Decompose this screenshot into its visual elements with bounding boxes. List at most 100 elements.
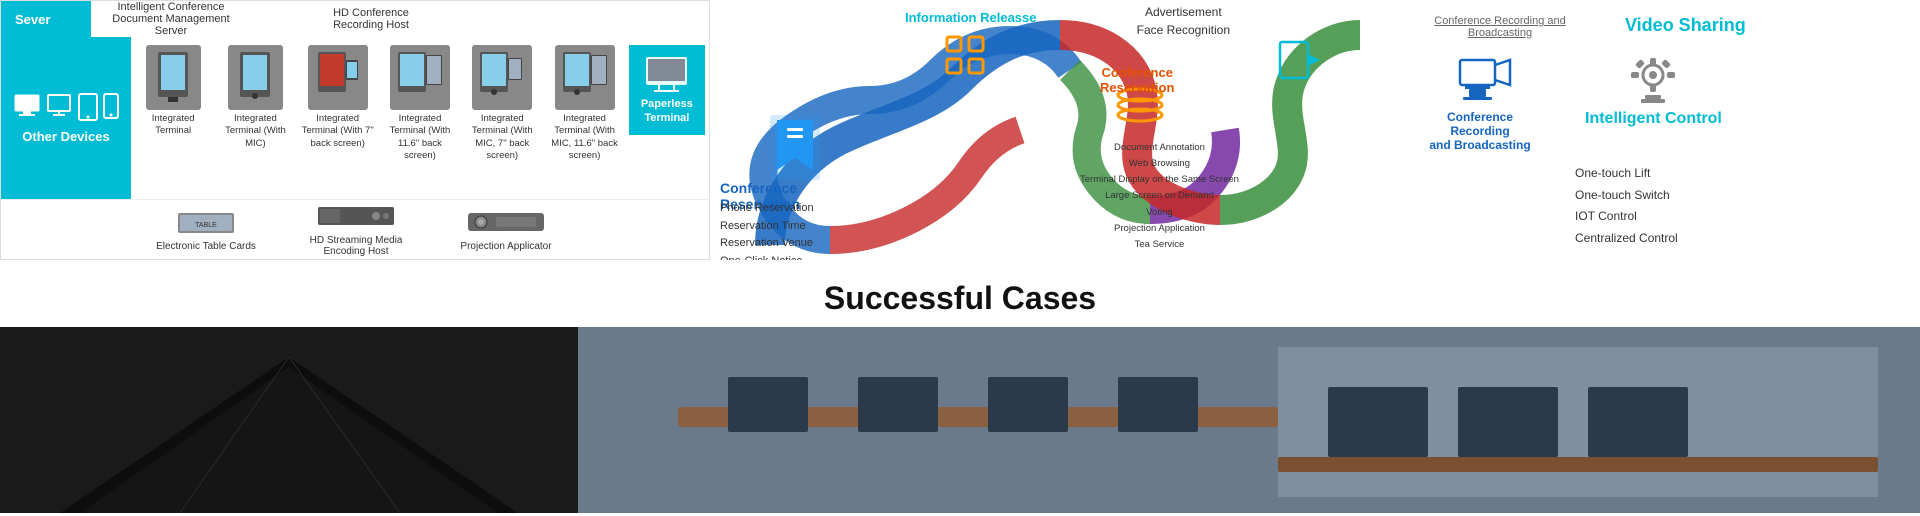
tablet-icon: [77, 93, 99, 121]
conf-rec-icon: [1455, 50, 1515, 105]
center-item-4: Voting: [1080, 205, 1239, 221]
bottom-device-label-1: Electronic Table Cards: [156, 241, 256, 252]
terminal-svg-6: [560, 50, 610, 105]
right-panel: Conference Recording and Broadcasting Vi…: [1410, 0, 1920, 260]
device-item-1: Integrated Terminal: [135, 45, 211, 138]
center-item-0: Document Annotation: [1080, 140, 1239, 156]
other-devices-icons: [13, 93, 119, 121]
server-item-1: Intelligent Conference Document Manageme…: [111, 1, 231, 37]
center-item-2: Terminal Display on the Same Screen: [1080, 172, 1239, 188]
bottom-device-label-2: HD Streaming Media Encoding Host: [291, 235, 421, 257]
terminal-svg-2: [235, 50, 275, 105]
ic-item-3: Centralized Control: [1575, 228, 1678, 250]
res-item-0: Phone Reservation: [720, 200, 814, 218]
device-img-5: [472, 45, 532, 110]
bottom-img-left: [0, 327, 578, 513]
bottom-device-3: Projection Applicator: [441, 208, 571, 252]
conf-recording-title-area: Conference Recording and Broadcasting: [1425, 15, 1575, 39]
info-release-title: Information Releasse: [905, 10, 1037, 25]
svg-text:TABLE: TABLE: [195, 222, 217, 229]
terminal-svg-4: [395, 50, 445, 105]
conf-rec-broadcast-icon-area: Conference Recordingand Broadcasting: [1425, 50, 1545, 152]
intelligent-control-title: Intelligent Control: [1585, 110, 1722, 128]
server-items: Intelligent Conference Document Manageme…: [91, 1, 431, 37]
device-img-3: [308, 45, 368, 110]
bottom-device-1: TABLE Electronic Table Cards: [141, 208, 271, 252]
device-item-4: Integrated Terminal (With 11.6" back scr…: [382, 45, 458, 162]
device-label-4: Integrated Terminal (With 11.6" back scr…: [382, 113, 458, 162]
middle-panel: Conference Reservation Phone Reservation…: [710, 0, 1410, 260]
device-img-6: [555, 45, 615, 110]
ic-item-0: One-touch Lift: [1575, 163, 1678, 185]
device-label-6: Integrated Terminal (With MIC, 11.6" bac…: [546, 113, 622, 162]
center-item-1: Web Browsing: [1080, 156, 1239, 172]
ic-item-2: IOT Control: [1575, 206, 1678, 228]
devices-row: Integrated Terminal Integrated Terminal …: [131, 37, 709, 199]
conf-rec-broadcast-title: Conference Recordingand Broadcasting: [1425, 110, 1535, 152]
bottom-row: TABLE Electronic Table Cards HD Streamin…: [1, 199, 709, 259]
right-top-row: Conference Recording and Broadcasting Vi…: [1425, 10, 1905, 39]
res-item-2: Reservation Venue: [720, 235, 814, 253]
face-recognition-label: Face Recognition: [1137, 23, 1230, 37]
successful-cases-section: Successful Cases: [0, 260, 1920, 327]
device-item-6: Integrated Terminal (With MIC, 11.6" bac…: [546, 45, 622, 162]
device-item-2: Integrated Terminal (With MIC): [217, 45, 293, 150]
terminal-svg-3: [315, 50, 360, 105]
conference-room-svg: [578, 327, 1920, 513]
center-item-6: Tea Service: [1080, 237, 1239, 253]
monitor-icon: [45, 93, 73, 117]
bottom-device-label-3: Projection Applicator: [460, 241, 551, 252]
device-label-2: Integrated Terminal (With MIC): [217, 113, 293, 150]
device-img-4: [390, 45, 450, 110]
paperless-terminal-label: Paperless Terminal: [629, 97, 705, 126]
res-item-1: Reservation Time: [720, 218, 814, 236]
conf-res-center-items: Document Annotation Web Browsing Termina…: [1080, 140, 1239, 253]
paperless-terminal-box: Paperless Terminal: [629, 45, 705, 135]
terminal-svg-5: [477, 50, 527, 105]
terminal-svg-1: [153, 50, 193, 105]
successful-cases-title: Successful Cases: [0, 280, 1920, 317]
other-devices-col: Other Devices: [1, 37, 131, 199]
encoding-host-svg: [316, 202, 396, 232]
bottom-device-2: HD Streaming Media Encoding Host: [291, 202, 421, 257]
right-icons-row: Conference Recordingand Broadcasting: [1425, 50, 1905, 152]
conf-reservation-items: Phone Reservation Reservation Time Reser…: [720, 200, 814, 260]
advertisement-label: Advertisement: [1137, 5, 1230, 19]
tent-shape-svg: [0, 327, 578, 513]
server-label: Sever: [1, 1, 91, 37]
diagram-container: Conference Reservation Phone Reservation…: [710, 0, 1410, 260]
device-item-5: Integrated Terminal (With MIC, 7" back s…: [464, 45, 540, 162]
device-middle-row: Other Devices Integrated Terminal: [1, 37, 709, 199]
device-label-3: Integrated Terminal (With 7" back screen…: [300, 113, 376, 150]
diagram-svg: [710, 0, 1410, 260]
top-section: Sever Intelligent Conference Document Ma…: [0, 0, 1920, 260]
conf-recording-broadcast-label: Conference Recording and Broadcasting: [1425, 15, 1575, 39]
video-sharing-area: Video Sharing: [1605, 15, 1746, 36]
other-devices-label: Other Devices: [22, 129, 109, 144]
server-item-2: HD Conference Recording Host: [311, 7, 431, 31]
bottom-img-right: [578, 327, 1920, 513]
pc-icon: [13, 93, 41, 117]
video-sharing-title: Video Sharing: [1625, 15, 1746, 36]
server-row: Sever Intelligent Conference Document Ma…: [1, 1, 709, 37]
conf-res-icon-group: [770, 115, 820, 180]
device-img-1: [146, 45, 201, 110]
device-label-1: Integrated Terminal: [135, 113, 211, 138]
conf-res-center-title: ConferenceReservation: [1100, 65, 1174, 95]
device-img-2: [228, 45, 283, 110]
projector-svg: [466, 208, 546, 238]
center-item-5: Projection Application: [1080, 221, 1239, 237]
res-item-3: One-Click Notice: [720, 253, 814, 260]
right-items-row: One-touch Lift One-touch Switch IOT Cont…: [1425, 163, 1905, 249]
phone-icon: [103, 93, 119, 119]
gear-icon-area: Intelligent Control: [1585, 50, 1722, 128]
ic-item-1: One-touch Switch: [1575, 185, 1678, 207]
bottom-images: [0, 327, 1920, 513]
device-label-5: Integrated Terminal (With MIC, 7" back s…: [464, 113, 540, 162]
advertisement-box: Advertisement Face Recognition: [1137, 5, 1230, 37]
device-item-3: Integrated Terminal (With 7" back screen…: [300, 45, 376, 150]
left-panel: Sever Intelligent Conference Document Ma…: [0, 0, 710, 260]
table-cards-svg: TABLE: [176, 208, 236, 238]
intelligent-control-items: One-touch Lift One-touch Switch IOT Cont…: [1575, 163, 1678, 249]
center-item-3: Large Screen on Demand: [1080, 188, 1239, 204]
